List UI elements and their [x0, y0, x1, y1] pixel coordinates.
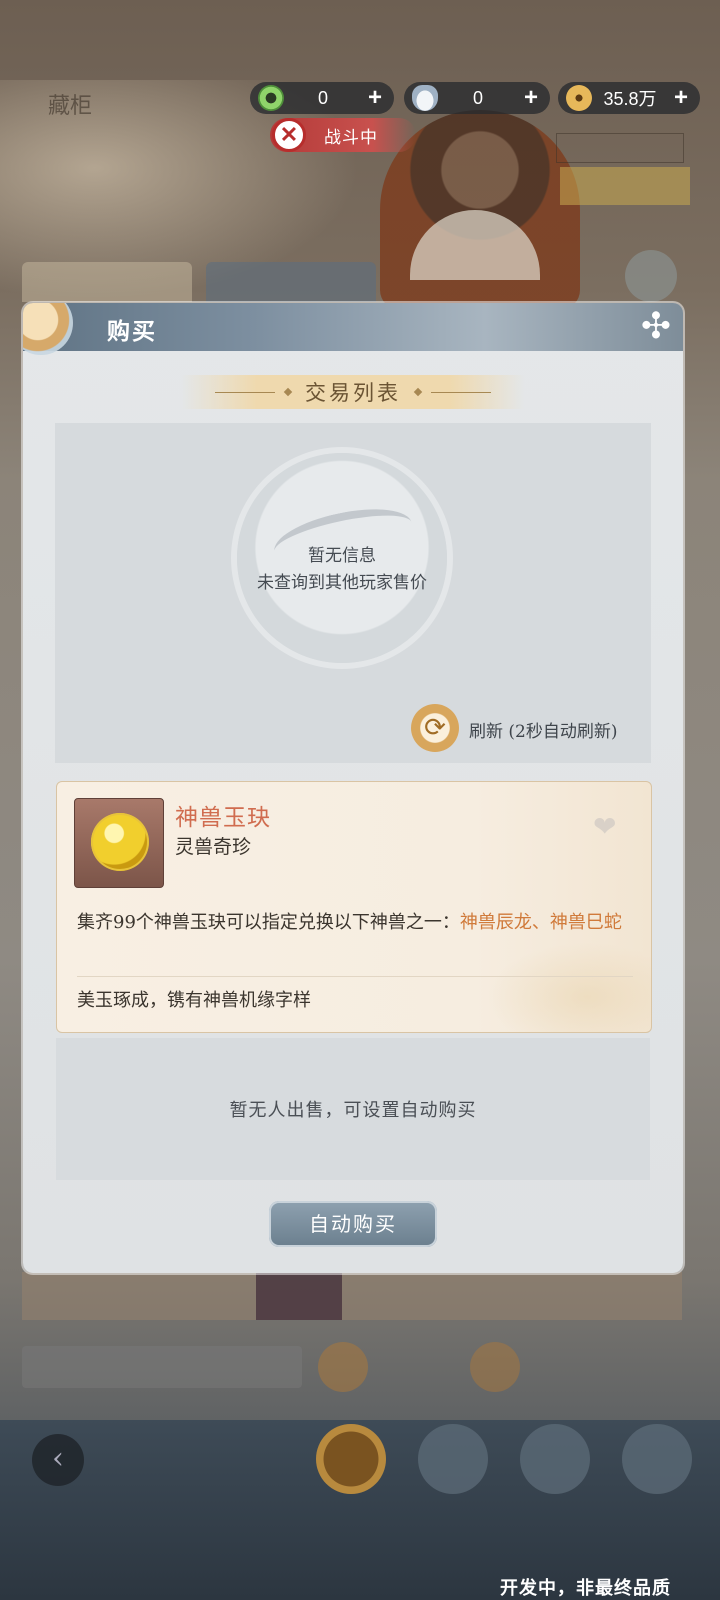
- heart-icon[interactable]: ❤: [593, 810, 616, 843]
- dev-watermark: 开发中，非最终品质: [500, 1578, 671, 1599]
- item-category: 灵兽奇珍: [175, 836, 252, 858]
- currency-jade-value: 0: [317, 87, 328, 108]
- battle-status-label: 战斗中: [324, 127, 378, 148]
- currency-silver: 0 +: [404, 82, 550, 114]
- crossed-swords-icon: ✕: [272, 118, 306, 152]
- item-name: 神兽玉玦: [175, 805, 271, 831]
- no-seller-message: 暂无人出售，可设置自动购买: [229, 1100, 477, 1121]
- item-divider: [77, 976, 633, 977]
- background-row-thumbnail: [256, 1272, 342, 1320]
- diamond-icon: [283, 387, 293, 397]
- banner-divider: [431, 391, 491, 393]
- background-tag: [556, 133, 684, 163]
- item-highlight-snake: 神兽巳蛇: [549, 912, 622, 933]
- background-tab-right: [206, 262, 376, 302]
- currency-jade: 0 +: [250, 82, 394, 114]
- banner-divider: [215, 391, 275, 393]
- back-arrow-icon[interactable]: ‹: [32, 1434, 84, 1486]
- background-npc-name: 藏柜: [48, 94, 93, 119]
- item-flavor-text: 美玉琢成，镌有神兽机缘字样: [77, 990, 311, 1011]
- add-coin-button[interactable]: +: [668, 84, 694, 112]
- currency-coin: 35.8万 +: [558, 82, 700, 114]
- currency-coin-value: 35.8万: [603, 89, 657, 109]
- jade-pendant-icon: [91, 813, 149, 871]
- empty-state-subtitle: 未查询到其他玩家售价: [257, 573, 427, 593]
- add-jade-button[interactable]: +: [362, 84, 388, 112]
- section-banner: 交易列表: [181, 375, 525, 409]
- empty-state-title: 暂无信息: [308, 546, 376, 566]
- copper-coin-icon: [566, 85, 592, 111]
- section-title: 交易列表: [305, 381, 401, 405]
- background-nav-button: [622, 1424, 692, 1494]
- seller-list-area: 暂无人出售，可设置自动购买: [56, 1038, 650, 1180]
- refresh-button[interactable]: ⟳: [411, 704, 459, 752]
- background-nav-button: [520, 1424, 590, 1494]
- refresh-label: 刷新 (2秒自动刷新): [469, 722, 618, 742]
- battle-status-badge[interactable]: ✕ 战斗中: [270, 118, 416, 152]
- dialog-title: 购买: [107, 318, 157, 345]
- purchase-dialog: 购买 ✣ 交易列表 暂无信息 未查询到其他玩家售价 ⟳ 刷新 (2秒自动刷新) …: [23, 303, 683, 1273]
- item-highlight-dragon: 神兽辰龙、: [459, 912, 550, 933]
- background-tab-left: [22, 262, 192, 302]
- background-search-button: [318, 1342, 368, 1392]
- refresh-icon: ⟳: [424, 713, 446, 743]
- background-nav-button: [418, 1424, 488, 1494]
- item-icon-frame[interactable]: [74, 798, 164, 888]
- silver-ingot-icon: [412, 85, 438, 111]
- item-description: 集齐99个神兽玉玦可以指定兑换以下神兽之一：神兽辰龙、神兽巳蛇: [77, 908, 637, 937]
- diamond-icon: [413, 387, 423, 397]
- jade-icon: [258, 85, 284, 111]
- close-button[interactable]: ✣: [635, 306, 677, 348]
- background-tag-gold: [560, 167, 690, 205]
- item-description-text: 集齐99个神兽玉玦可以指定兑换以下神兽之一：: [77, 912, 460, 933]
- auto-buy-button[interactable]: 自动购买: [269, 1201, 437, 1247]
- item-card: 神兽玉玦 灵兽奇珍 ❤ 集齐99个神兽玉玦可以指定兑换以下神兽之一：神兽辰龙、神…: [56, 781, 652, 1033]
- background-list-row: [22, 1272, 682, 1320]
- background-refresh-button: [470, 1342, 520, 1392]
- add-silver-button[interactable]: +: [518, 84, 544, 112]
- background-side-button: [625, 250, 677, 302]
- cloud-decoration: [487, 942, 651, 1032]
- background-nav-button: [316, 1424, 386, 1494]
- background-search-field: [22, 1346, 302, 1388]
- currency-silver-value: 0: [472, 87, 483, 108]
